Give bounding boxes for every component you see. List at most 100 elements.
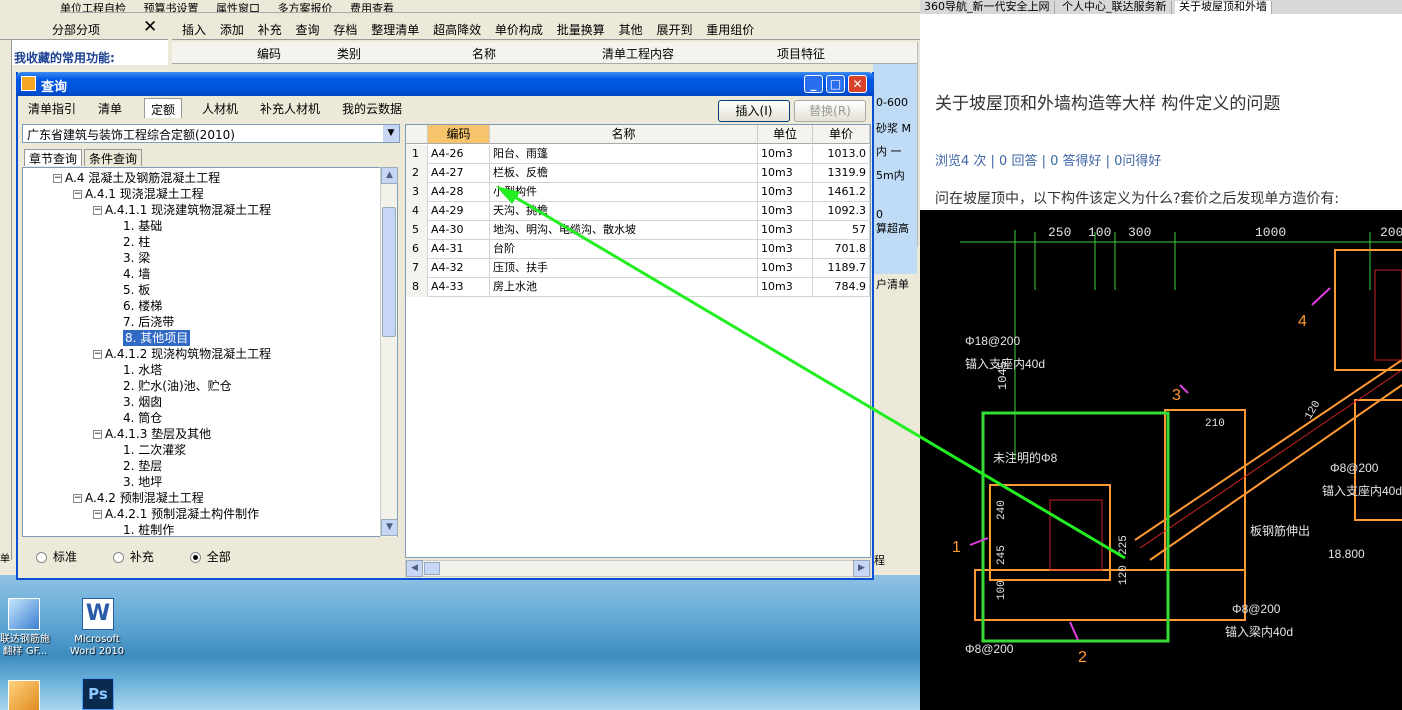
collapse-icon[interactable]: −	[93, 510, 102, 519]
toolbar-archive[interactable]: 存档	[333, 23, 357, 37]
grid-row[interactable]: 8 A4-33 房上水池 10m3 784.9	[406, 278, 870, 297]
tree-node[interactable]: 1. 基础	[123, 218, 162, 234]
tree-node[interactable]: − A.4.1.3 垫层及其他	[93, 426, 211, 442]
col-type[interactable]: 类别	[337, 45, 361, 62]
tree-node[interactable]: 8. 其他项目	[123, 330, 191, 346]
toolbar-insert[interactable]: 插入	[182, 23, 206, 37]
tab-supplement-material[interactable]: 补充人材机	[254, 98, 326, 118]
tab-condition-search[interactable]: 条件查询	[84, 149, 143, 166]
quota-library-select[interactable]: 广东省建筑与装饰工程综合定额(2010) ▼	[22, 124, 400, 143]
grid-row[interactable]: 7 A4-32 压顶、扶手 10m3 1189.7	[406, 259, 870, 278]
tab-cloud-data[interactable]: 我的云数据	[336, 98, 408, 118]
toolbar-budget-settings[interactable]: 预算书设置	[144, 2, 199, 12]
col-content[interactable]: 清单工程内容	[602, 45, 674, 62]
tree-node[interactable]: 4. 墙	[123, 266, 150, 282]
tree-node[interactable]: − A.4.2.1 预制混凝土构件制作	[93, 506, 259, 522]
grid-header-unit[interactable]: 单位	[758, 125, 813, 144]
replace-button[interactable]: 替换(R)	[794, 100, 866, 122]
tab-bill[interactable]: 清单	[92, 98, 128, 118]
tree-node[interactable]: 6. 楼梯	[123, 298, 162, 314]
collapse-icon[interactable]: −	[93, 350, 102, 359]
browser-tab-active[interactable]: 关于坡屋顶和外墙	[1175, 1, 1272, 14]
toolbar-fee-view[interactable]: 费用查看	[350, 2, 394, 12]
grid-header-name[interactable]: 名称	[490, 125, 758, 144]
tab-chapter-search[interactable]: 章节查询	[24, 149, 83, 166]
left-panel-close-icon[interactable]: ✕	[143, 17, 157, 37]
toolbar-supplement[interactable]: 补充	[258, 23, 282, 37]
toolbar-organize-list[interactable]: 整理清单	[371, 23, 419, 37]
edit-icon[interactable]	[8, 680, 40, 710]
maximize-icon[interactable]: □	[826, 75, 845, 93]
toolbar-add[interactable]: 添加	[220, 23, 244, 37]
grid-header-price[interactable]: 单价	[813, 125, 870, 144]
minimize-icon[interactable]: _	[804, 75, 823, 93]
col-feature[interactable]: 项目特征	[777, 45, 825, 62]
collapse-icon[interactable]: −	[73, 494, 82, 503]
toolbar-high-reduction[interactable]: 超高降效	[433, 23, 481, 37]
glodon-rebar-icon[interactable]	[8, 598, 40, 630]
tree-node[interactable]: 2. 贮水(油)池、贮仓	[123, 378, 232, 394]
radio-supplement[interactable]: 补充	[112, 550, 154, 564]
collapse-icon[interactable]: −	[93, 206, 102, 215]
tree-node[interactable]: − A.4.1 现浇混凝土工程	[73, 186, 204, 202]
tree-node[interactable]: 4. 筒仓	[123, 410, 162, 426]
toolbar-other[interactable]: 其他	[619, 23, 643, 37]
photoshop-icon[interactable]: Ps	[82, 678, 114, 710]
radio-standard[interactable]: 标准	[36, 550, 77, 564]
close-icon[interactable]: ✕	[848, 75, 867, 93]
tree-node[interactable]: 2. 垫层	[123, 458, 162, 474]
tree-node[interactable]: − A.4.1.2 现浇构筑物混凝土工程	[93, 346, 271, 362]
toolbar-expand-to[interactable]: 展开到	[656, 23, 692, 37]
tree-node[interactable]: − A.4.1.1 现浇建筑物混凝土工程	[93, 202, 271, 218]
grid-row[interactable]: 5 A4-30 地沟、明沟、电缆沟、散水坡 10m3 57	[406, 221, 870, 240]
dialog-titlebar[interactable]: 查询 _ □ ✕	[16, 72, 874, 96]
tree-node[interactable]: 1. 二次灌浆	[123, 442, 186, 458]
hscroll-thumb[interactable]	[424, 562, 440, 575]
chevron-down-icon[interactable]: ▼	[383, 125, 399, 142]
tree-node[interactable]: 2. 柱	[123, 234, 150, 250]
question-stats[interactable]: 浏览4 次 | 0 回答 | 0 答得好 | 0问得好	[935, 150, 1161, 169]
scroll-left-icon[interactable]: ◀	[406, 560, 423, 577]
scroll-thumb[interactable]	[382, 207, 396, 337]
grid-header-code[interactable]: 编码	[428, 125, 490, 144]
grid-row[interactable]: 6 A4-31 台阶 10m3 701.8	[406, 240, 870, 259]
scroll-right-icon[interactable]: ▶	[853, 560, 870, 577]
tab-bill-guide[interactable]: 清单指引	[22, 98, 82, 118]
grid-hscrollbar[interactable]: ◀ ▶	[405, 560, 871, 577]
toolbar-batch-convert[interactable]: 批量换算	[557, 23, 605, 37]
tab-quota[interactable]: 定额	[144, 98, 183, 118]
toolbar-reuse-price[interactable]: 重用组价	[706, 23, 754, 37]
tree-node[interactable]: − A.4.2 预制混凝土工程	[73, 490, 204, 506]
tree-node[interactable]: 3. 烟囱	[123, 394, 162, 410]
tree-scrollbar[interactable]: ▲ ▼	[380, 167, 398, 537]
browser-tab[interactable]: 个人中心_联达服务新	[1058, 1, 1172, 14]
grid-row[interactable]: 1 A4-26 阳台、雨篷 10m3 1013.0	[406, 145, 870, 164]
collapse-icon[interactable]: −	[93, 430, 102, 439]
col-name[interactable]: 名称	[472, 45, 496, 62]
tree-node[interactable]: − A.4 混凝土及钢筋混凝土工程	[53, 170, 220, 186]
tree-node[interactable]: 5. 板	[123, 282, 150, 298]
tree-node[interactable]: 1. 桩制作	[123, 522, 174, 536]
grid-row[interactable]: 3 A4-28 小型构件 10m3 1461.2	[406, 183, 870, 202]
toolbar-multi-plan[interactable]: 多方案报价	[278, 2, 333, 12]
toolbar-property-window[interactable]: 属性窗口	[216, 2, 260, 12]
word-icon[interactable]: W	[82, 598, 114, 630]
browser-tab[interactable]: 360导航_新一代安全上网	[920, 1, 1055, 14]
tree-node[interactable]: 1. 水塔	[123, 362, 162, 378]
insert-button[interactable]: 插入(I)	[718, 100, 790, 122]
tab-labor-material[interactable]: 人材机	[196, 98, 244, 118]
col-code[interactable]: 编码	[257, 45, 281, 62]
grid-row[interactable]: 4 A4-29 天沟、挑檐 10m3 1092.3	[406, 202, 870, 221]
toolbar-self-check[interactable]: 单位工程自检	[60, 2, 126, 12]
collapse-icon[interactable]: −	[73, 190, 82, 199]
tree-node[interactable]: 3. 梁	[123, 250, 150, 266]
toolbar-query[interactable]: 查询	[296, 23, 320, 37]
tree-node[interactable]: 3. 地坪	[123, 474, 162, 490]
toolbar-unit-price[interactable]: 单价构成	[495, 23, 543, 37]
radio-all[interactable]: 全部	[189, 550, 231, 564]
scroll-up-icon[interactable]: ▲	[381, 167, 398, 184]
tree-node[interactable]: 7. 后浇带	[123, 314, 174, 330]
collapse-icon[interactable]: −	[53, 174, 62, 183]
scroll-down-icon[interactable]: ▼	[381, 519, 398, 536]
grid-row[interactable]: 2 A4-27 栏板、反檐 10m3 1319.9	[406, 164, 870, 183]
